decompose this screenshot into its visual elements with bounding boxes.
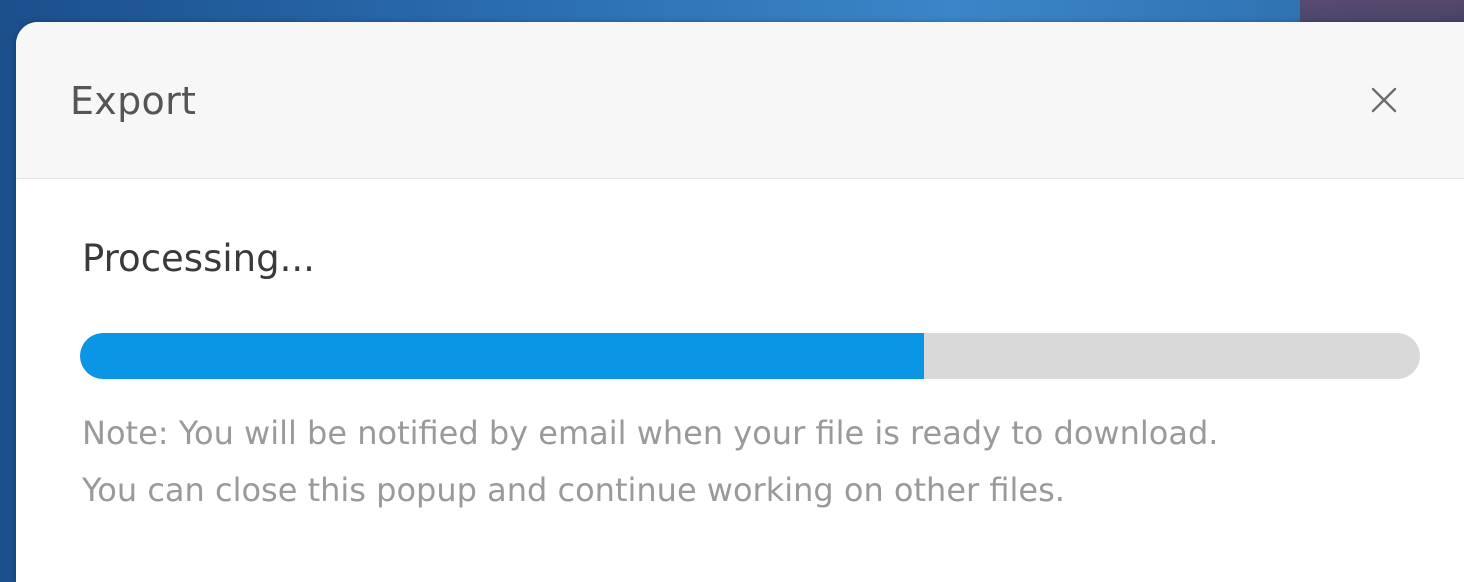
close-icon bbox=[1371, 87, 1397, 113]
export-note: Note: You will be notified by email when… bbox=[82, 405, 1442, 519]
dialog-title: Export bbox=[70, 79, 197, 123]
export-dialog: Export Processing... Note: You will be n… bbox=[16, 22, 1464, 582]
note-line-1: Note: You will be notified by email when… bbox=[82, 414, 1219, 452]
progress-bar-fill bbox=[80, 333, 925, 379]
close-button[interactable] bbox=[1364, 80, 1404, 120]
note-line-2: You can close this popup and continue wo… bbox=[82, 471, 1065, 509]
dialog-header: Export bbox=[16, 22, 1464, 179]
progress-bar bbox=[80, 333, 1420, 379]
dialog-body: Processing... Note: You will be notified… bbox=[16, 179, 1464, 582]
processing-status: Processing... bbox=[82, 237, 315, 280]
